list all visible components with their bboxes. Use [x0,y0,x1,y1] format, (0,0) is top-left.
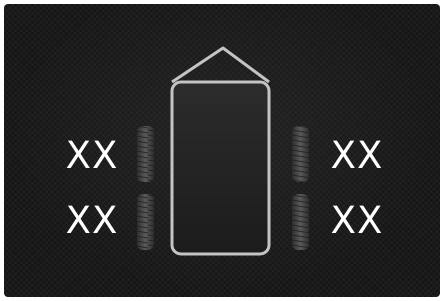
vehicle-body [170,80,271,256]
tire-front-left-icon [137,126,154,182]
front-direction-indicator [171,46,270,84]
rear-right-pressure: XX [330,199,384,242]
rear-left-pressure: XX [65,199,119,242]
tire-front-right-icon [292,126,309,182]
tire-pressure-screen: XX XX XX XX [4,4,440,297]
front-right-pressure: XX [330,134,384,177]
tire-rear-left-icon [137,194,154,250]
front-left-pressure: XX [65,134,119,177]
tire-rear-right-icon [292,194,309,250]
